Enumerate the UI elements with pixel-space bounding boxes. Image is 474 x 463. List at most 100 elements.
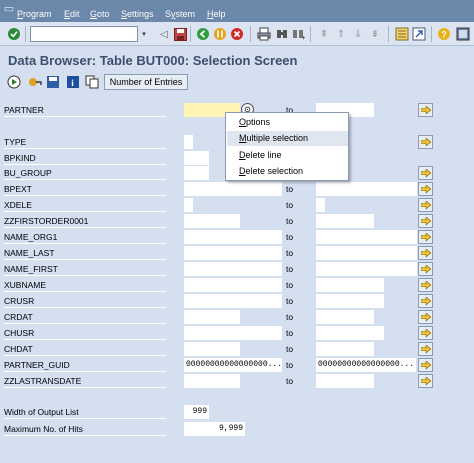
selection-field-label: NAME_LAST — [4, 246, 166, 260]
selection-high-input[interactable] — [316, 278, 384, 292]
back-icon[interactable] — [195, 26, 211, 42]
multiple-selection-arrow-icon[interactable] — [418, 103, 433, 117]
menu-bar: ▭ Program Edit Goto Settings System Help — [0, 0, 474, 22]
selection-low-input[interactable] — [184, 326, 282, 340]
first-page-icon[interactable]: ⇞ — [316, 26, 332, 42]
get-variant-icon[interactable] — [27, 74, 43, 90]
standard-toolbar: ▾ ◁ + ⇞ ⇑ ⇓ ⇟ ? — [0, 22, 474, 46]
command-field[interactable] — [30, 26, 138, 42]
maximum-no-of-hits-label: Maximum No. of Hits — [4, 422, 166, 436]
selection-field-label: NAME_ORG1 — [4, 230, 166, 244]
context-menu-multiple-selection[interactable]: Multiple selection — [227, 131, 348, 146]
collapse-icon[interactable]: ◁ — [156, 26, 172, 42]
selection-low-input[interactable] — [184, 151, 209, 165]
next-page-icon[interactable]: ⇓ — [350, 26, 366, 42]
selection-field-label: CHDAT — [4, 342, 166, 356]
customize-layout-icon[interactable] — [455, 26, 471, 42]
menu-system[interactable]: System — [165, 9, 195, 19]
enter-icon[interactable] — [6, 26, 22, 42]
create-session-icon[interactable] — [394, 26, 410, 42]
selection-field-label: PARTNER_GUID — [4, 358, 166, 372]
multiple-selection-arrow-icon[interactable] — [418, 358, 433, 372]
selection-low-input[interactable] — [184, 262, 282, 276]
command-history-icon[interactable]: ▾ — [139, 26, 149, 42]
context-menu-delete-selection[interactable]: Delete selection — [227, 164, 348, 179]
selection-high-input[interactable] — [316, 198, 325, 212]
previous-page-icon[interactable]: ⇑ — [333, 26, 349, 42]
multiple-selection-arrow-icon[interactable] — [418, 214, 433, 228]
selection-low-input[interactable] — [184, 342, 240, 356]
execute-icon[interactable] — [6, 74, 22, 90]
multiple-selection-arrow-icon[interactable] — [418, 262, 433, 276]
help-icon[interactable]: ? — [436, 26, 452, 42]
multiple-selection-arrow-icon[interactable] — [418, 246, 433, 260]
to-label: to — [286, 296, 294, 306]
multiple-selection-arrow-icon[interactable] — [418, 230, 433, 244]
menu-program[interactable]: Program — [17, 9, 52, 19]
multiple-selection-arrow-icon[interactable] — [418, 198, 433, 212]
save-icon[interactable] — [172, 26, 188, 42]
info-icon[interactable]: i — [65, 74, 81, 90]
selection-low-input[interactable] — [184, 166, 209, 180]
selection-high-input[interactable] — [316, 294, 384, 308]
svg-text:+: + — [302, 36, 305, 41]
multiple-selection-arrow-icon[interactable] — [418, 182, 433, 196]
selection-low-input[interactable] — [184, 294, 282, 308]
multiple-selection-arrow-icon[interactable] — [418, 135, 433, 149]
save-variant-icon[interactable] — [45, 74, 61, 90]
selection-low-input[interactable] — [184, 182, 282, 196]
multiple-selection-arrow-icon[interactable] — [418, 342, 433, 356]
to-label: to — [286, 360, 294, 370]
copy-selection-icon[interactable] — [84, 74, 100, 90]
multiple-selection-arrow-icon[interactable] — [418, 294, 433, 308]
menu-goto[interactable]: Goto — [90, 9, 110, 19]
selection-low-input[interactable] — [184, 230, 282, 244]
selection-high-input[interactable] — [316, 374, 374, 388]
sap-system-icon[interactable]: ▭ — [3, 3, 15, 15]
cancel-icon[interactable] — [229, 26, 245, 42]
selection-low-input[interactable] — [184, 278, 282, 292]
toolbar-separator — [190, 26, 191, 42]
multiple-selection-arrow-icon[interactable] — [418, 374, 433, 388]
to-label: to — [286, 264, 294, 274]
multiple-selection-arrow-icon[interactable] — [418, 278, 433, 292]
selection-high-input[interactable] — [316, 342, 374, 356]
selection-high-input[interactable] — [316, 262, 417, 276]
selection-low-input[interactable] — [184, 198, 193, 212]
selection-high-input[interactable] — [316, 326, 384, 340]
exit-icon[interactable] — [212, 26, 228, 42]
print-icon[interactable] — [256, 26, 272, 42]
width-of-output-list-input[interactable]: 999 — [184, 405, 209, 419]
multiple-selection-arrow-icon[interactable] — [418, 326, 433, 340]
number-of-entries-button[interactable]: Number of Entries — [104, 74, 188, 90]
selection-low-input[interactable] — [184, 310, 240, 324]
menu-help[interactable]: Help — [207, 9, 226, 19]
find-icon[interactable] — [274, 26, 290, 42]
multiple-selection-arrow-icon[interactable] — [418, 310, 433, 324]
selection-high-input[interactable]: 00000000000000000... — [316, 358, 416, 372]
last-page-icon[interactable]: ⇟ — [367, 26, 383, 42]
selection-high-input[interactable] — [316, 214, 374, 228]
selection-high-input[interactable] — [316, 230, 417, 244]
selection-low-input[interactable] — [184, 135, 193, 149]
selection-low-input[interactable] — [184, 246, 282, 260]
selection-high-input[interactable] — [316, 182, 417, 196]
to-label: to — [286, 312, 294, 322]
shortcut-icon[interactable] — [411, 26, 427, 42]
selection-low-input[interactable] — [184, 374, 240, 388]
selection-low-input[interactable]: 00000000000000000... — [184, 358, 282, 372]
find-next-icon[interactable]: + — [290, 26, 306, 42]
selection-field-label: NAME_FIRST — [4, 262, 166, 276]
selection-high-input[interactable] — [316, 246, 417, 260]
maximum-no-of-hits-input[interactable]: 9,999 — [184, 422, 245, 436]
application-toolbar: i Number of Entries — [0, 72, 474, 92]
multiple-selection-arrow-icon[interactable] — [418, 166, 433, 180]
selection-field-label: CRUSR — [4, 294, 166, 308]
selection-low-input[interactable] — [184, 214, 240, 228]
menu-edit[interactable]: Edit — [64, 9, 80, 19]
context-menu-options[interactable]: Options — [227, 115, 348, 130]
context-menu-delete-line[interactable]: Delete line — [227, 148, 348, 163]
selection-high-input[interactable] — [316, 310, 374, 324]
menu-settings[interactable]: Settings — [121, 9, 154, 19]
to-label: to — [286, 232, 294, 242]
